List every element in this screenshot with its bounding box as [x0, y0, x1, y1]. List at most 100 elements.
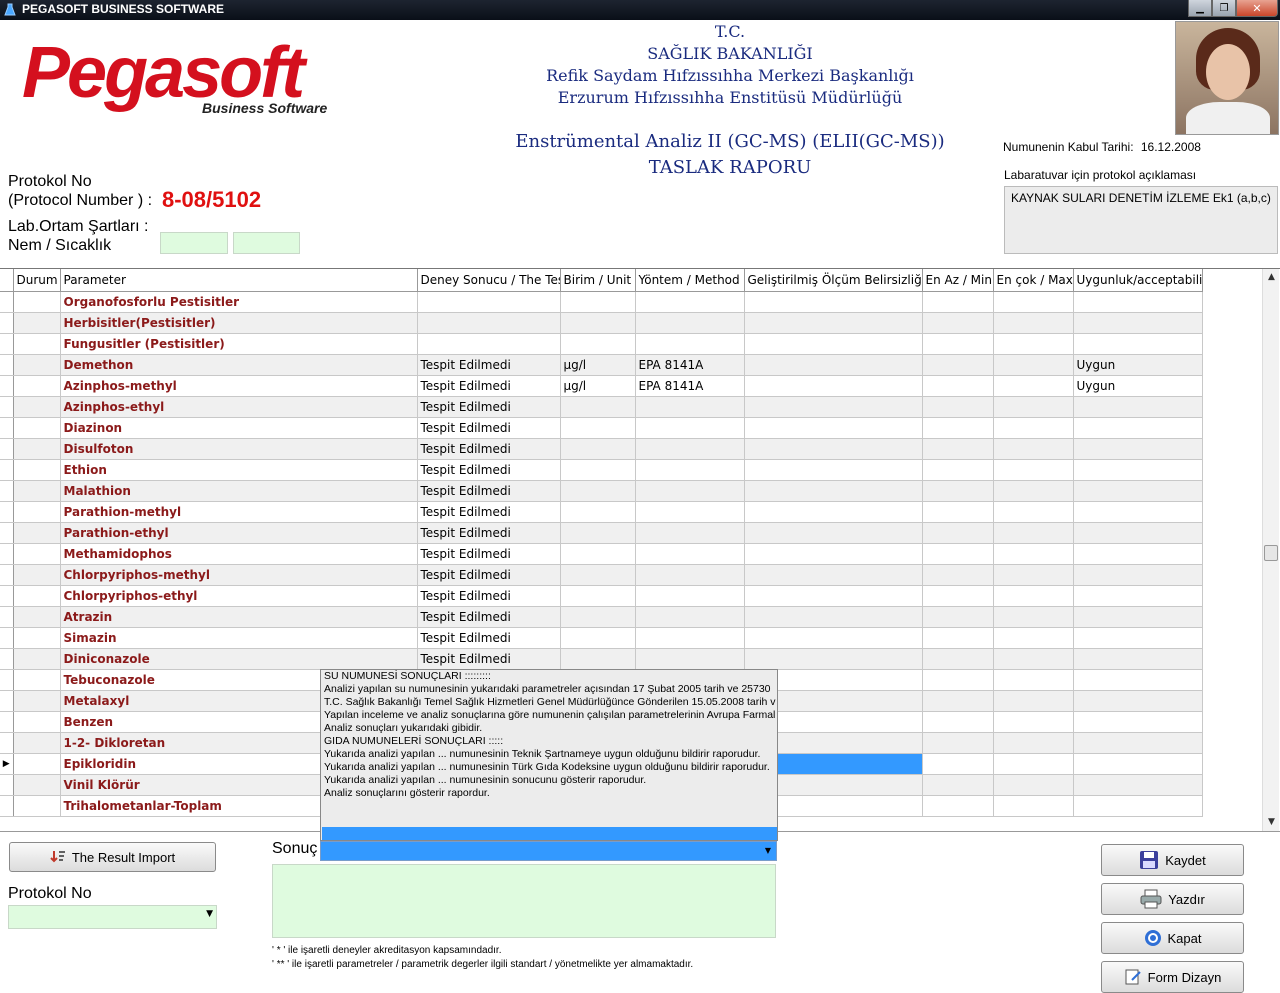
cell-unit[interactable] — [560, 522, 636, 544]
table-row[interactable]: Malathion Tespit Edilmedi — [0, 480, 1203, 502]
cell-max[interactable] — [993, 753, 1074, 775]
cell-acceptability[interactable] — [1073, 501, 1203, 523]
row-indicator[interactable] — [0, 438, 14, 460]
sonuc-dropdown-list[interactable]: SU NUMUNESİ SONUÇLARI ::::::::: Analizi y… — [320, 669, 778, 841]
cell-parameter[interactable]: Diazinon — [60, 417, 418, 439]
cell-uncertainty[interactable] — [744, 585, 923, 607]
row-indicator[interactable] — [0, 354, 14, 376]
row-indicator[interactable] — [0, 291, 14, 313]
row-indicator[interactable] — [0, 480, 14, 502]
cell-uncertainty[interactable] — [744, 354, 923, 376]
cell-unit[interactable] — [560, 501, 636, 523]
cell-acceptability[interactable] — [1073, 459, 1203, 481]
row-indicator[interactable] — [0, 333, 14, 355]
cell-durum[interactable] — [13, 396, 61, 418]
cell-uncertainty[interactable] — [744, 480, 923, 502]
cell-uncertainty[interactable] — [744, 333, 923, 355]
table-row[interactable]: Diazinon Tespit Edilmedi — [0, 417, 1203, 439]
cell-min[interactable] — [922, 711, 994, 733]
cell-acceptability[interactable] — [1073, 774, 1203, 796]
cell-durum[interactable] — [13, 543, 61, 565]
cell-result[interactable] — [417, 291, 561, 313]
cell-uncertainty[interactable] — [744, 501, 923, 523]
cell-durum[interactable] — [13, 669, 61, 691]
cell-method[interactable] — [635, 564, 745, 586]
cell-min[interactable] — [922, 312, 994, 334]
vertical-scrollbar[interactable]: ▲ ▼ — [1262, 269, 1279, 831]
cell-min[interactable] — [922, 690, 994, 712]
cell-max[interactable] — [993, 774, 1074, 796]
cell-max[interactable] — [993, 417, 1074, 439]
cell-parameter[interactable]: Parathion-ethyl — [60, 522, 418, 544]
table-row[interactable]: Ethion Tespit Edilmedi — [0, 459, 1203, 481]
col-header-parameter[interactable]: Parameter — [60, 269, 418, 292]
cell-result[interactable]: Tespit Edilmedi — [417, 396, 561, 418]
cell-acceptability[interactable] — [1073, 396, 1203, 418]
cell-result[interactable]: Tespit Edilmedi — [417, 438, 561, 460]
table-row[interactable]: Fungusitler (Pestisitler) — [0, 333, 1203, 355]
form-design-button[interactable]: Form Dizayn — [1101, 961, 1244, 993]
cell-result[interactable]: Tespit Edilmedi — [417, 564, 561, 586]
table-row[interactable]: Chlorpyriphos-methyl Tespit Edilmedi — [0, 564, 1203, 586]
cell-max[interactable] — [993, 522, 1074, 544]
cell-min[interactable] — [922, 354, 994, 376]
cell-max[interactable] — [993, 795, 1074, 817]
cell-parameter[interactable]: Atrazin — [60, 606, 418, 628]
cell-min[interactable] — [922, 669, 994, 691]
table-row[interactable]: Diniconazole Tespit Edilmedi — [0, 648, 1203, 670]
col-header-max[interactable]: En çok / Max — [993, 269, 1074, 292]
col-header-method[interactable]: Yöntem / Method — [635, 269, 745, 292]
cell-result[interactable]: Tespit Edilmedi — [417, 648, 561, 670]
cell-acceptability[interactable] — [1073, 480, 1203, 502]
cell-acceptability[interactable] — [1073, 753, 1203, 775]
cell-unit[interactable] — [560, 291, 636, 313]
cell-result[interactable]: Tespit Edilmedi — [417, 627, 561, 649]
cell-uncertainty[interactable] — [744, 459, 923, 481]
cell-parameter[interactable]: Parathion-methyl — [60, 501, 418, 523]
cell-min[interactable] — [922, 648, 994, 670]
cell-method[interactable] — [635, 648, 745, 670]
cell-parameter[interactable]: Azinphos-ethyl — [60, 396, 418, 418]
cell-min[interactable] — [922, 585, 994, 607]
cell-parameter[interactable]: Diniconazole — [60, 648, 418, 670]
cell-method[interactable] — [635, 312, 745, 334]
cell-max[interactable] — [993, 333, 1074, 355]
sonuc-textarea[interactable] — [272, 864, 776, 938]
cell-uncertainty[interactable] — [744, 606, 923, 628]
cell-min[interactable] — [922, 396, 994, 418]
cell-result[interactable]: Tespit Edilmedi — [417, 459, 561, 481]
cell-durum[interactable] — [13, 585, 61, 607]
cell-acceptability[interactable] — [1073, 711, 1203, 733]
cell-unit[interactable] — [560, 585, 636, 607]
cell-durum[interactable] — [13, 711, 61, 733]
row-indicator[interactable] — [0, 711, 14, 733]
cell-acceptability[interactable] — [1073, 291, 1203, 313]
row-indicator[interactable] — [0, 795, 14, 817]
cell-unit[interactable]: µg/l — [560, 354, 636, 376]
dropdown-option[interactable]: Yukarıda analizi yapılan ... numunesinin… — [321, 774, 777, 787]
row-indicator[interactable] — [0, 606, 14, 628]
cell-uncertainty[interactable] — [744, 375, 923, 397]
cell-max[interactable] — [993, 312, 1074, 334]
cell-durum[interactable] — [13, 459, 61, 481]
cell-max[interactable] — [993, 291, 1074, 313]
cell-parameter[interactable]: Azinphos-methyl — [60, 375, 418, 397]
close-button[interactable]: Kapat — [1101, 922, 1244, 954]
cell-max[interactable] — [993, 690, 1074, 712]
cell-unit[interactable]: µg/l — [560, 375, 636, 397]
cell-min[interactable] — [922, 606, 994, 628]
dropdown-option[interactable]: Analizi yapılan su numunesinin yukarıdak… — [321, 683, 777, 696]
chevron-down-icon[interactable]: ▼ — [761, 843, 775, 859]
cell-min[interactable] — [922, 501, 994, 523]
cell-method[interactable] — [635, 606, 745, 628]
cell-max[interactable] — [993, 543, 1074, 565]
cell-unit[interactable] — [560, 459, 636, 481]
cell-acceptability[interactable] — [1073, 627, 1203, 649]
dropdown-option[interactable]: Yapılan inceleme ve analiz sonuçlarına g… — [321, 709, 777, 722]
cell-max[interactable] — [993, 732, 1074, 754]
table-row[interactable]: Demethon Tespit Edilmedi µg/l EPA 8141A Uygu… — [0, 354, 1203, 376]
cell-min[interactable] — [922, 753, 994, 775]
cell-result[interactable]: Tespit Edilmedi — [417, 522, 561, 544]
cell-min[interactable] — [922, 543, 994, 565]
cell-method[interactable] — [635, 627, 745, 649]
